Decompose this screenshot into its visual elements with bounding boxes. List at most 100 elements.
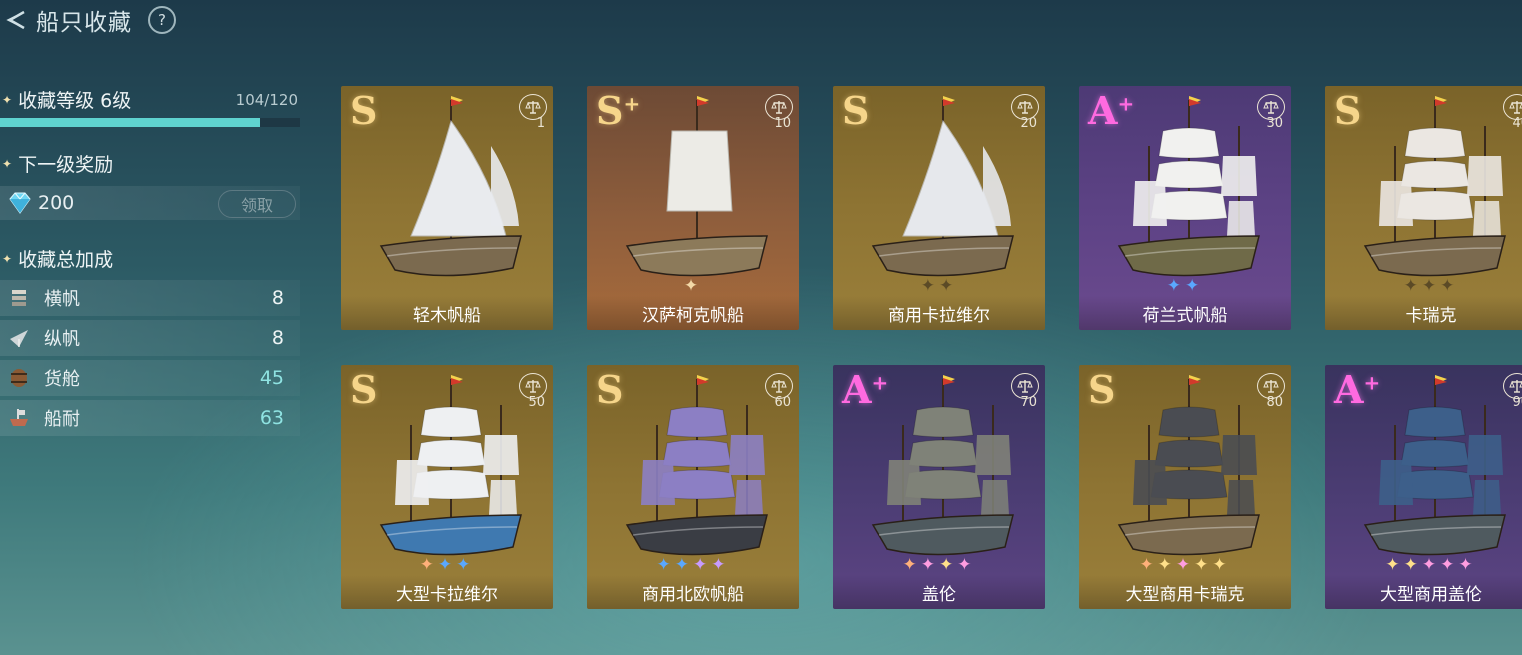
- ship-card[interactable]: S 60 ✦✦✦✦ 商用北欧帆船: [587, 365, 799, 609]
- star-icon: ✦: [1440, 555, 1459, 575]
- star-icon: ✦: [1185, 276, 1204, 296]
- ship-name: 大型商用卡瑞克: [1079, 575, 1291, 609]
- star-icon: ✦: [693, 555, 712, 575]
- ship-number: 60: [774, 395, 791, 410]
- star-icon: ✦: [1421, 555, 1441, 575]
- sparkle-icon: ✦: [2, 156, 13, 171]
- barrel-icon: [11, 369, 27, 387]
- ship-number: 10: [774, 116, 791, 131]
- ship-grade: S: [1088, 367, 1116, 412]
- lateen-sail-icon: [10, 330, 28, 347]
- ship-stars: ✦✦✦: [341, 555, 553, 575]
- collection-level-label: 收藏等级 6级: [18, 90, 132, 112]
- star-icon: ✦: [419, 555, 438, 575]
- star-icon: ✦: [957, 555, 976, 575]
- ship-grade: S+: [596, 88, 641, 133]
- bonus-row: 纵帆 8: [0, 320, 300, 356]
- star-icon: ✦: [683, 276, 703, 296]
- ship-number: 90: [1512, 395, 1522, 410]
- ship-card[interactable]: S40✦✦✦卡瑞克: [1325, 86, 1522, 330]
- sparkle-icon: ✦: [2, 251, 13, 266]
- star-icon: ✦: [939, 276, 958, 296]
- ship-grade: A+: [1088, 88, 1135, 133]
- star-icon: ✦: [656, 555, 675, 575]
- star-icon: ✦: [1403, 555, 1422, 575]
- bonus-row: 船耐 63: [0, 400, 300, 436]
- bonus-name: 船耐: [44, 409, 80, 430]
- bonus-row: 横帆 8: [0, 280, 300, 316]
- star-icon: ✦: [1458, 555, 1477, 575]
- next-reward-heading: ✦ 下一级奖励: [0, 150, 113, 177]
- star-icon: ✦: [1139, 555, 1158, 575]
- ship-number: 30: [1266, 116, 1283, 131]
- ship-name: 大型卡拉维尔: [341, 575, 553, 609]
- star-icon: ✦: [1166, 276, 1185, 296]
- level-progress-text: 104/120: [235, 90, 298, 109]
- bonus-name: 纵帆: [44, 329, 80, 350]
- ship-name: 汉萨柯克帆船: [587, 296, 799, 330]
- star-icon: ✦: [711, 555, 730, 575]
- ship-name: 盖伦: [833, 575, 1045, 609]
- star-icon: ✦: [1212, 555, 1231, 575]
- ship-card[interactable]: A+ 70 ✦✦✦✦ 盖伦: [833, 365, 1045, 609]
- ship-number: 80: [1266, 395, 1283, 410]
- ship-stars: ✦✦✦✦: [587, 555, 799, 575]
- ship-grade: S: [1334, 88, 1362, 133]
- bonus-name: 横帆: [44, 289, 80, 310]
- level-progress-bar: [0, 118, 300, 127]
- reward-amount: 200: [38, 192, 75, 214]
- star-icon: ✦: [939, 555, 958, 575]
- star-icon: ✦: [437, 555, 457, 575]
- back-arrow-icon[interactable]: [2, 6, 30, 34]
- bonus-value: 8: [271, 287, 284, 309]
- ship-name: 卡瑞克: [1325, 296, 1522, 330]
- ship-name: 大型商用盖伦: [1325, 575, 1522, 609]
- ship-name: 商用卡拉维尔: [833, 296, 1045, 330]
- bonus-value: 8: [271, 327, 284, 349]
- star-icon: ✦: [1157, 555, 1176, 575]
- star-icon: ✦: [456, 555, 475, 575]
- ship-card[interactable]: A+ 30 ✦✦ 荷兰式帆船: [1079, 86, 1291, 330]
- bonus-row: 货舱 45: [0, 360, 300, 396]
- ship-card[interactable]: S 50 ✦✦✦ 大型卡拉维尔: [341, 365, 553, 609]
- ship-card[interactable]: A+90✦✦✦✦✦大型商用盖伦: [1325, 365, 1522, 609]
- star-icon: ✦: [1385, 555, 1404, 575]
- star-icon: ✦: [920, 276, 939, 296]
- ship-stars: ✦✦✦: [1325, 276, 1522, 296]
- ship-card[interactable]: S 1 轻木帆船: [341, 86, 553, 330]
- ship-number: 50: [528, 395, 545, 410]
- bonus-heading: ✦ 收藏总加成: [0, 245, 113, 272]
- claim-button[interactable]: 领取: [218, 190, 296, 218]
- top-bar: 船只收藏 ?: [0, 0, 176, 40]
- help-button[interactable]: ?: [148, 6, 176, 34]
- sparkle-icon: ✦: [2, 92, 13, 107]
- star-icon: ✦: [674, 555, 693, 575]
- square-sail-icon: [12, 290, 26, 306]
- ship-stars: ✦✦✦✦: [833, 555, 1045, 575]
- ship-grade: S: [350, 88, 378, 133]
- ship-grade: S: [842, 88, 870, 133]
- ship-card[interactable]: S+ 10 ✦ 汉萨柯克帆船: [587, 86, 799, 330]
- ship-stars: ✦: [587, 276, 799, 296]
- ship-card[interactable]: S 20 ✦✦ 商用卡拉维尔: [833, 86, 1045, 330]
- ship-number: 20: [1020, 116, 1037, 131]
- ship-grade: S: [596, 367, 624, 412]
- star-icon: ✦: [1403, 276, 1422, 296]
- star-icon: ✦: [920, 555, 939, 575]
- page-title: 船只收藏: [36, 10, 132, 36]
- next-reward-label: 下一级奖励: [18, 154, 114, 176]
- ship-number: 70: [1020, 395, 1037, 410]
- ship-card[interactable]: S 80 ✦✦✦✦✦ 大型商用卡瑞克: [1079, 365, 1291, 609]
- ship-name: 荷兰式帆船: [1079, 296, 1291, 330]
- star-icon: ✦: [1175, 555, 1195, 575]
- diamond-icon: [9, 192, 31, 214]
- collection-level-row: ✦ 收藏等级 6级 104/120: [0, 86, 300, 113]
- ship-number: 1: [536, 116, 545, 131]
- star-icon: ✦: [1440, 276, 1459, 296]
- hull-icon: [10, 409, 28, 426]
- ship-grade: A+: [1334, 367, 1381, 412]
- bonus-value: 63: [259, 407, 284, 429]
- star-icon: ✦: [1421, 276, 1441, 296]
- star-icon: ✦: [1194, 555, 1213, 575]
- ship-stars: ✦✦: [833, 276, 1045, 296]
